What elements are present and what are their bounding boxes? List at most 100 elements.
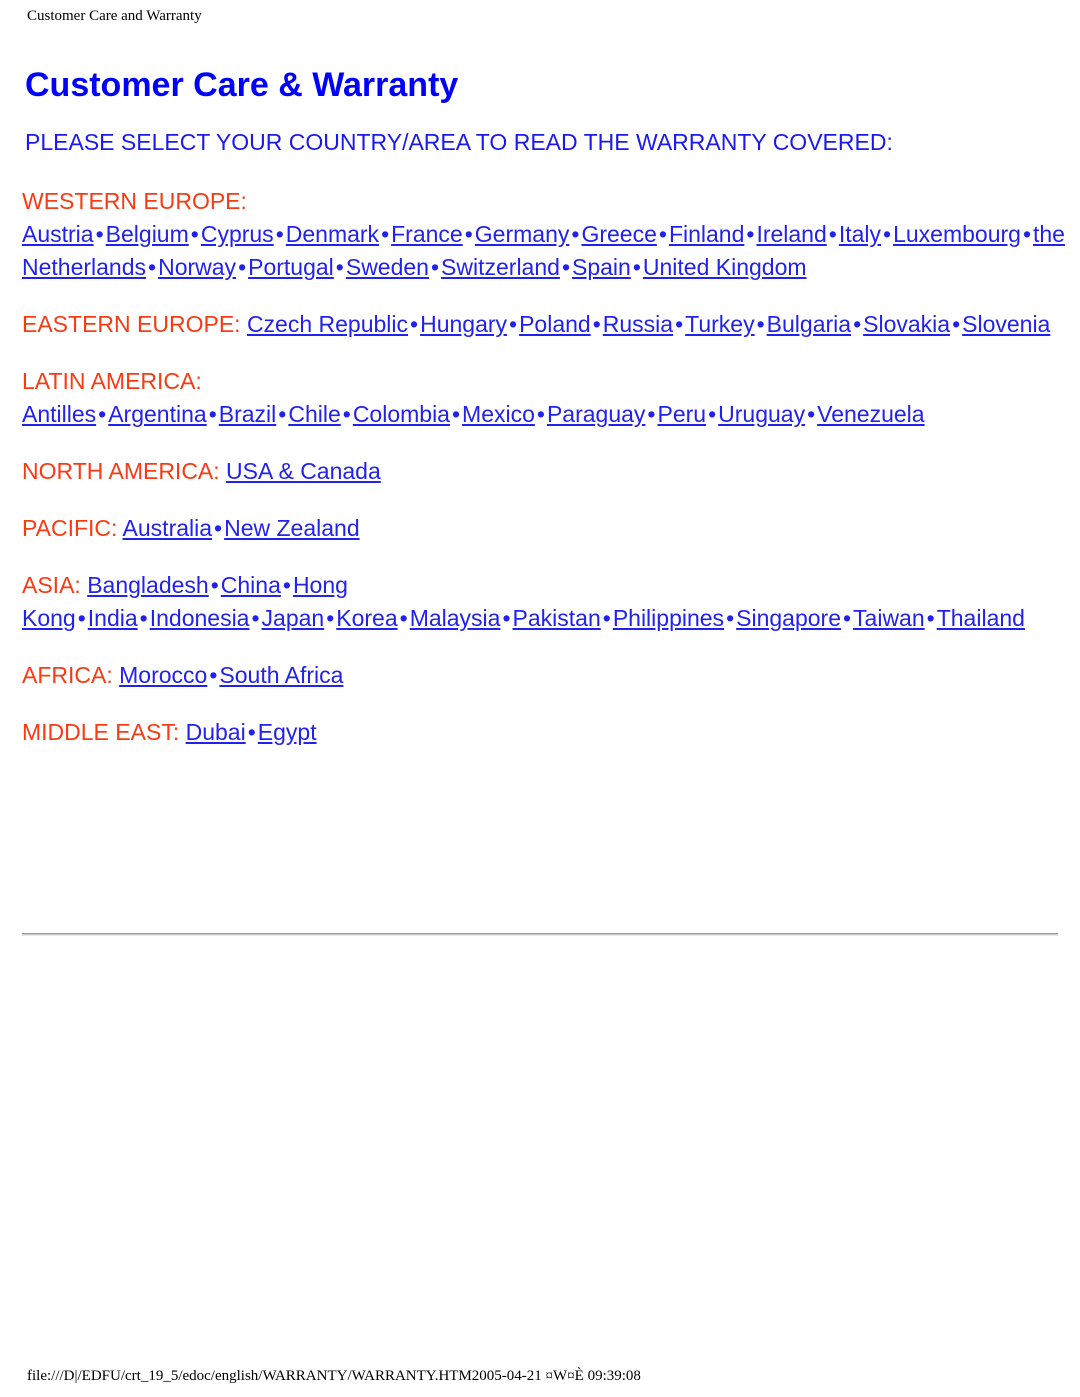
country-link[interactable]: Paraguay xyxy=(547,401,645,427)
country-link[interactable]: Morocco xyxy=(119,662,207,688)
country-link[interactable]: Antilles xyxy=(22,401,96,427)
bullet-separator-icon: • xyxy=(139,605,148,631)
bullet-separator-icon: • xyxy=(536,401,545,427)
bullet-separator-icon: • xyxy=(807,401,816,427)
bullet-separator-icon: • xyxy=(381,221,390,247)
country-link[interactable]: Thailand xyxy=(937,605,1025,631)
country-link[interactable]: Cyprus xyxy=(201,221,274,247)
country-link[interactable]: Italy xyxy=(839,221,881,247)
country-link[interactable]: Greece xyxy=(581,221,656,247)
bullet-separator-icon: • xyxy=(571,221,580,247)
country-link[interactable]: Portugal xyxy=(248,254,334,280)
country-link[interactable]: Taiwan xyxy=(853,605,925,631)
country-link[interactable]: Indonesia xyxy=(150,605,250,631)
country-link[interactable]: Russia xyxy=(603,311,673,337)
region-row: EASTERN EUROPE: Czech Republic•Hungary•P… xyxy=(22,308,1058,341)
region-label: AFRICA: xyxy=(22,662,113,688)
bullet-separator-icon: • xyxy=(926,605,935,631)
bullet-separator-icon: • xyxy=(726,605,735,631)
region-row: MIDDLE EAST: Dubai•Egypt xyxy=(22,716,1058,749)
country-link[interactable]: USA & Canada xyxy=(226,458,381,484)
bullet-separator-icon: • xyxy=(214,515,223,541)
country-link[interactable]: Bangladesh xyxy=(87,572,209,598)
country-link[interactable]: Australia xyxy=(123,515,212,541)
country-link[interactable]: Germany xyxy=(475,221,570,247)
country-link[interactable]: India xyxy=(88,605,138,631)
country-link[interactable]: Chile xyxy=(288,401,340,427)
country-link[interactable]: Belgium xyxy=(106,221,189,247)
region-row: ASIA: Bangladesh•China•Hong Kong•India•I… xyxy=(22,569,1058,635)
country-link[interactable]: Uruguay xyxy=(718,401,805,427)
bullet-separator-icon: • xyxy=(251,605,260,631)
country-link[interactable]: Luxembourg xyxy=(893,221,1021,247)
bullet-separator-icon: • xyxy=(282,572,291,598)
running-page-header: Customer Care and Warranty xyxy=(27,8,202,24)
bullet-separator-icon: • xyxy=(95,221,104,247)
country-link[interactable]: Argentina xyxy=(108,401,206,427)
bullet-separator-icon: • xyxy=(502,605,511,631)
country-link[interactable]: Turkey xyxy=(685,311,754,337)
bullet-separator-icon: • xyxy=(632,254,641,280)
country-link[interactable]: Sweden xyxy=(346,254,429,280)
region-label: EASTERN EUROPE: xyxy=(22,311,241,337)
country-link[interactable]: New Zealand xyxy=(224,515,360,541)
country-link[interactable]: Slovakia xyxy=(863,311,950,337)
country-link[interactable]: Poland xyxy=(519,311,591,337)
country-link[interactable]: Austria xyxy=(22,221,94,247)
bullet-separator-icon: • xyxy=(451,401,461,427)
country-link[interactable]: Pakistan xyxy=(513,605,601,631)
region-row: LATIN AMERICA: Antilles•Argentina•Brazil… xyxy=(22,365,1058,431)
region-label: PACIFIC: xyxy=(22,515,118,541)
horizontal-divider xyxy=(22,933,1058,936)
country-link[interactable]: Bulgaria xyxy=(767,311,851,337)
country-link[interactable]: China xyxy=(221,572,281,598)
bullet-separator-icon: • xyxy=(342,401,351,427)
country-link[interactable]: Venezuela xyxy=(817,401,924,427)
bullet-separator-icon: • xyxy=(238,254,247,280)
country-link[interactable]: South Africa xyxy=(219,662,343,688)
country-link[interactable]: Malaysia xyxy=(410,605,501,631)
country-link[interactable]: Finland xyxy=(669,221,744,247)
country-link[interactable]: United Kingdom xyxy=(643,254,807,280)
bullet-separator-icon: • xyxy=(746,221,755,247)
country-link[interactable]: Egypt xyxy=(258,719,317,745)
country-link[interactable]: Switzerland xyxy=(441,254,560,280)
bullet-separator-icon: • xyxy=(77,605,86,631)
bullet-separator-icon: • xyxy=(509,311,518,337)
country-link[interactable]: Mexico xyxy=(462,401,535,427)
country-link[interactable]: Hungary xyxy=(420,311,507,337)
bullet-separator-icon: • xyxy=(247,719,256,745)
country-link[interactable]: Singapore xyxy=(736,605,841,631)
country-link[interactable]: Japan xyxy=(262,605,325,631)
bullet-separator-icon: • xyxy=(326,605,335,631)
region-list: WESTERN EUROPE: Austria•Belgium•Cyprus•D… xyxy=(22,185,1065,749)
bullet-separator-icon: • xyxy=(190,221,199,247)
country-link[interactable]: Spain xyxy=(572,254,631,280)
country-link[interactable]: Peru xyxy=(657,401,706,427)
bullet-separator-icon: • xyxy=(464,221,473,247)
country-link[interactable]: Czech Republic xyxy=(247,311,408,337)
bullet-separator-icon: • xyxy=(756,311,765,337)
bullet-separator-icon: • xyxy=(647,401,656,427)
bullet-separator-icon: • xyxy=(592,311,601,337)
region-label: MIDDLE EAST: xyxy=(22,719,180,745)
country-link[interactable]: Dubai xyxy=(186,719,246,745)
country-link[interactable]: Colombia xyxy=(353,401,450,427)
country-link[interactable]: Brazil xyxy=(219,401,277,427)
country-link[interactable]: Slovenia xyxy=(962,311,1050,337)
bullet-separator-icon: • xyxy=(148,254,157,280)
bullet-separator-icon: • xyxy=(278,401,287,427)
bullet-separator-icon: • xyxy=(708,401,717,427)
country-link[interactable]: Norway xyxy=(158,254,236,280)
country-link[interactable]: France xyxy=(391,221,463,247)
bullet-separator-icon: • xyxy=(210,572,219,598)
region-label: NORTH AMERICA: xyxy=(22,458,220,484)
country-link[interactable]: Denmark xyxy=(286,221,379,247)
bullet-separator-icon: • xyxy=(335,254,344,280)
country-link[interactable]: Ireland xyxy=(756,221,826,247)
region-row: WESTERN EUROPE: Austria•Belgium•Cyprus•D… xyxy=(22,185,1065,284)
region-label: LATIN AMERICA: xyxy=(22,368,202,394)
select-country-instruction: PLEASE SELECT YOUR COUNTRY/AREA TO READ … xyxy=(25,129,893,155)
country-link[interactable]: Korea xyxy=(336,605,397,631)
country-link[interactable]: Philippines xyxy=(613,605,724,631)
